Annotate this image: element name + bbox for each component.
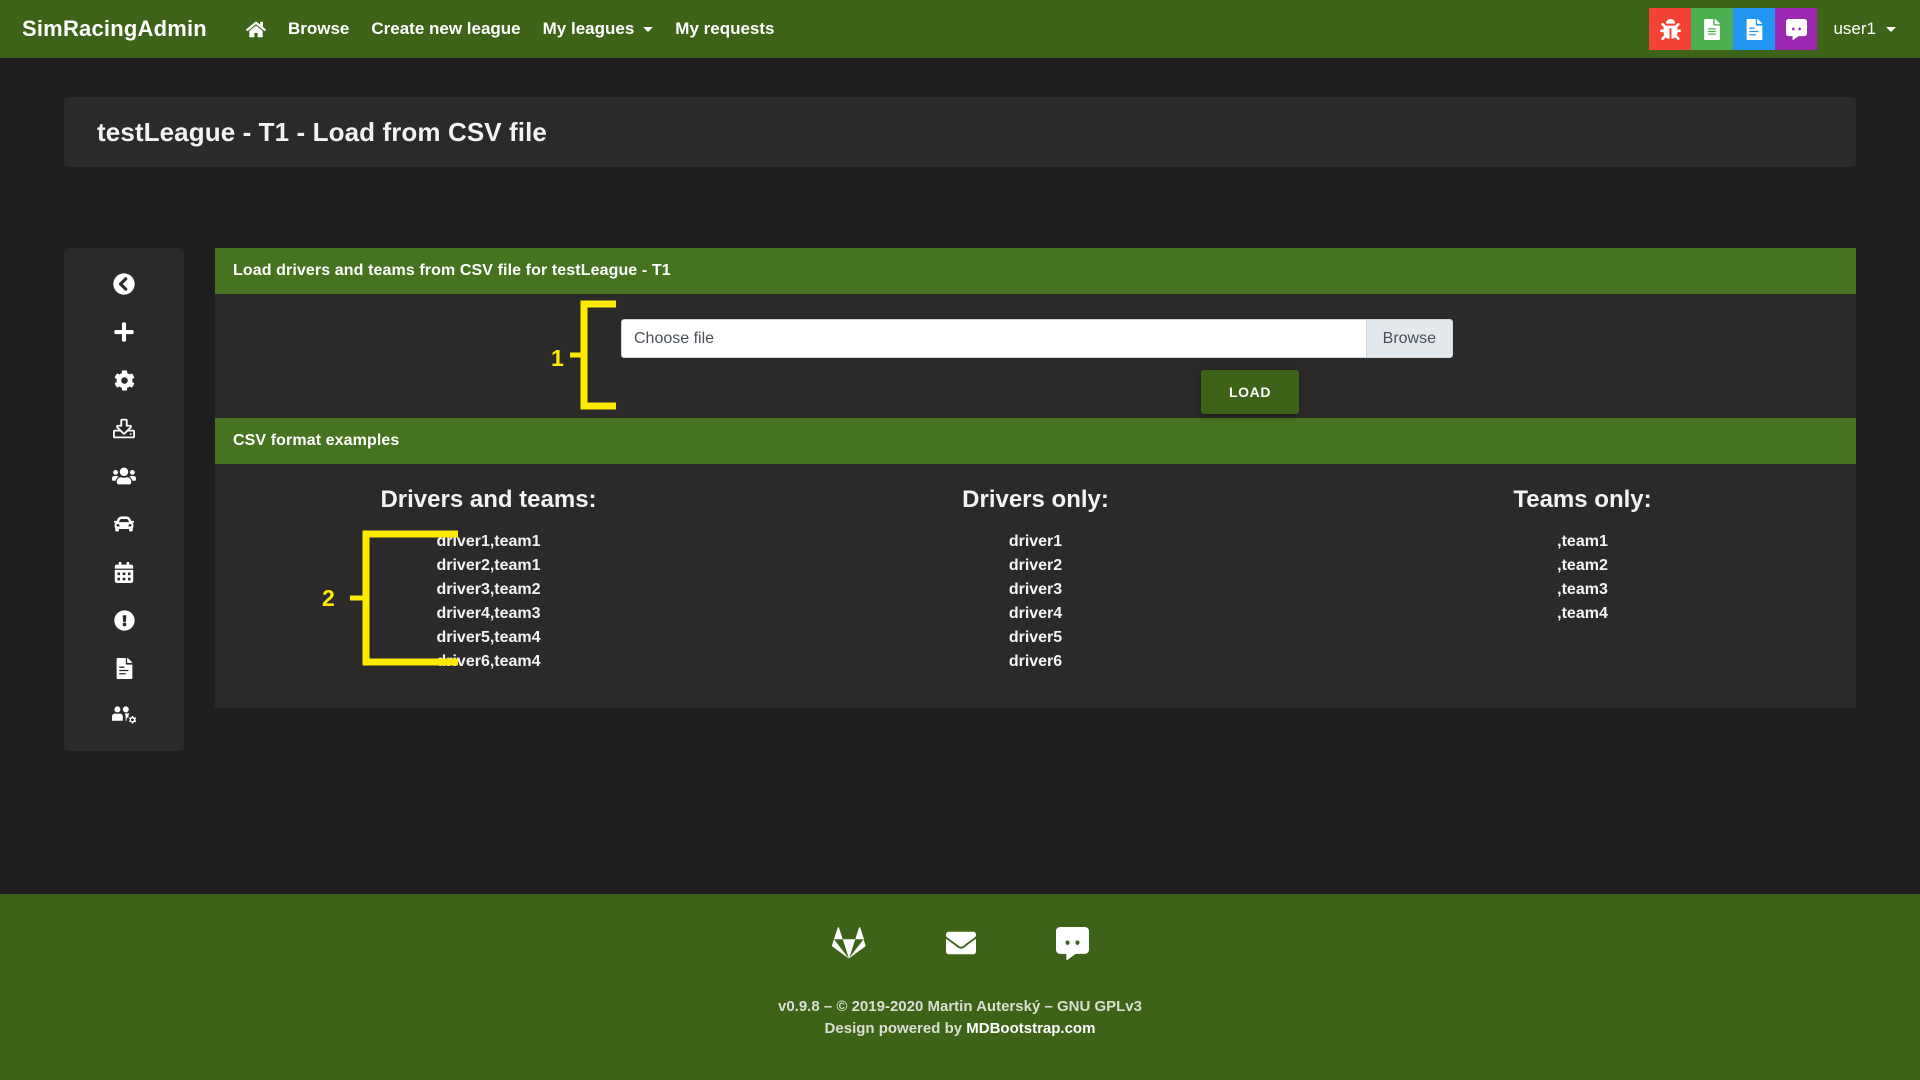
changelog-button[interactable]: [1691, 8, 1734, 50]
file-signature-icon: [1745, 18, 1764, 40]
users-icon: [112, 466, 136, 486]
example-line: driver1,team1: [436, 533, 541, 550]
teams-only-example: Teams only: ,team1 ,team2 ,team3 ,team4: [1309, 486, 1856, 674]
plus-icon: [113, 321, 135, 343]
example-line: driver6,team4: [436, 653, 541, 670]
mdbootstrap-link[interactable]: MDBootstrap.com: [966, 1020, 1095, 1037]
news-button[interactable]: [1733, 8, 1776, 50]
nav-my-leagues[interactable]: My leagues: [532, 13, 665, 45]
upload-icon: [113, 418, 135, 439]
calendar-icon: [114, 561, 134, 583]
sidebar-item-upload[interactable]: [64, 404, 184, 452]
main-content: Load drivers and teams from CSV file for…: [215, 248, 1856, 708]
example-line: driver3: [1008, 581, 1063, 598]
home-icon: [245, 20, 266, 39]
nav-my-requests[interactable]: My requests: [664, 13, 785, 45]
nav-links: Browse Create new league My leagues My r…: [235, 13, 786, 45]
example-line: driver3,team2: [436, 581, 541, 598]
chevron-down-icon: [1886, 26, 1896, 32]
discord-icon: [1785, 18, 1807, 40]
example-line: ,team3: [1557, 581, 1608, 598]
file-lines-icon: [115, 657, 134, 679]
browse-button[interactable]: Browse: [1365, 319, 1453, 358]
discord-button[interactable]: [1775, 8, 1818, 50]
example-line: driver6: [1008, 653, 1063, 670]
discord-icon: [1055, 926, 1089, 960]
footer-email-link[interactable]: [942, 928, 980, 958]
examples-card-body: Drivers and teams: driver1,team1 driver2…: [215, 464, 1856, 708]
example-line: driver2: [1008, 557, 1063, 574]
left-sidebar: [64, 248, 184, 751]
example-line: driver5,team4: [436, 629, 541, 646]
gear-icon: [114, 369, 135, 391]
sidebar-item-penalties[interactable]: [64, 596, 184, 644]
exclamation-circle-icon: [113, 609, 135, 631]
sidebar-item-back[interactable]: [64, 260, 184, 308]
file-path-input[interactable]: [621, 319, 1366, 358]
example-heading: Drivers and teams:: [380, 486, 597, 513]
upload-card-header: Load drivers and teams from CSV file for…: [215, 248, 1856, 294]
example-line: ,team1: [1557, 533, 1608, 550]
envelope-icon: [942, 928, 980, 958]
sidebar-item-results[interactable]: [64, 644, 184, 692]
page-title-bar: testLeague - T1 - Load from CSV file: [64, 97, 1856, 167]
page-footer: v0.9.8 – © 2019-2020 Martin Auterský – G…: [0, 894, 1920, 1080]
example-line: driver5: [1008, 629, 1063, 646]
chevron-down-icon: [643, 26, 654, 32]
navbar-right-actions: user1: [1649, 8, 1902, 50]
nav-my-leagues-label: My leagues: [542, 19, 635, 38]
file-upload-group: Browse: [621, 319, 1453, 358]
nav-create-new-league-label: Create new league: [371, 19, 521, 38]
page-title: testLeague - T1 - Load from CSV file: [97, 116, 547, 147]
circle-chevron-left-icon: [113, 273, 135, 295]
example-line: ,team4: [1557, 605, 1608, 622]
example-line: ,team2: [1557, 557, 1608, 574]
report-bug-button[interactable]: [1649, 8, 1692, 50]
sidebar-item-settings[interactable]: [64, 356, 184, 404]
example-heading: Teams only:: [1513, 486, 1652, 513]
user-menu[interactable]: user1: [1817, 13, 1902, 45]
nav-create-new-league[interactable]: Create new league: [360, 13, 531, 45]
nav-my-requests-label: My requests: [675, 19, 775, 38]
nav-browse[interactable]: Browse: [277, 13, 360, 45]
file-lines-icon: [1703, 18, 1721, 40]
footer-discord-link[interactable]: [1055, 926, 1089, 960]
drivers-and-teams-example: Drivers and teams: driver1,team1 driver2…: [215, 486, 762, 674]
footer-credit: Design powered by MDBootstrap.com: [778, 1018, 1142, 1040]
sidebar-item-cars[interactable]: [64, 500, 184, 548]
sidebar-item-add[interactable]: [64, 308, 184, 356]
example-heading: Drivers only:: [962, 486, 1109, 513]
footer-social-icons: [831, 926, 1089, 960]
example-line: driver2,team1: [436, 557, 541, 574]
footer-copyright: v0.9.8 – © 2019-2020 Martin Auterský – G…: [777, 998, 1142, 1015]
sidebar-item-drivers[interactable]: [64, 452, 184, 500]
nav-browse-label: Browse: [287, 19, 350, 38]
sidebar-item-manage-users[interactable]: [64, 692, 184, 740]
user-menu-label: user1: [1833, 19, 1876, 38]
upload-card-body: Browse LOAD: [215, 294, 1856, 418]
footer-gitlab-link[interactable]: [831, 926, 866, 960]
footer-credit-prefix: Design powered by: [824, 1020, 967, 1037]
load-button[interactable]: LOAD: [1201, 370, 1299, 414]
page-container: testLeague - T1 - Load from CSV file Loa…: [0, 58, 1920, 894]
examples-card-header: CSV format examples: [215, 418, 1856, 464]
top-navbar: SimRacingAdmin Browse Create new league …: [0, 0, 1920, 58]
example-line: driver4,team3: [436, 605, 541, 622]
drivers-only-example: Drivers only: driver1 driver2 driver3 dr…: [762, 486, 1309, 674]
example-line: driver1: [1008, 533, 1063, 550]
users-gear-icon: [112, 706, 136, 726]
gitlab-icon: [831, 926, 866, 960]
footer-text: v0.9.8 – © 2019-2020 Martin Auterský – G…: [778, 996, 1142, 1040]
brand-logo[interactable]: SimRacingAdmin: [22, 16, 207, 42]
nav-home[interactable]: [235, 14, 277, 45]
example-line: driver4: [1008, 605, 1063, 622]
sidebar-item-calendar[interactable]: [64, 548, 184, 596]
car-icon: [112, 514, 136, 534]
bug-icon: [1659, 18, 1681, 40]
